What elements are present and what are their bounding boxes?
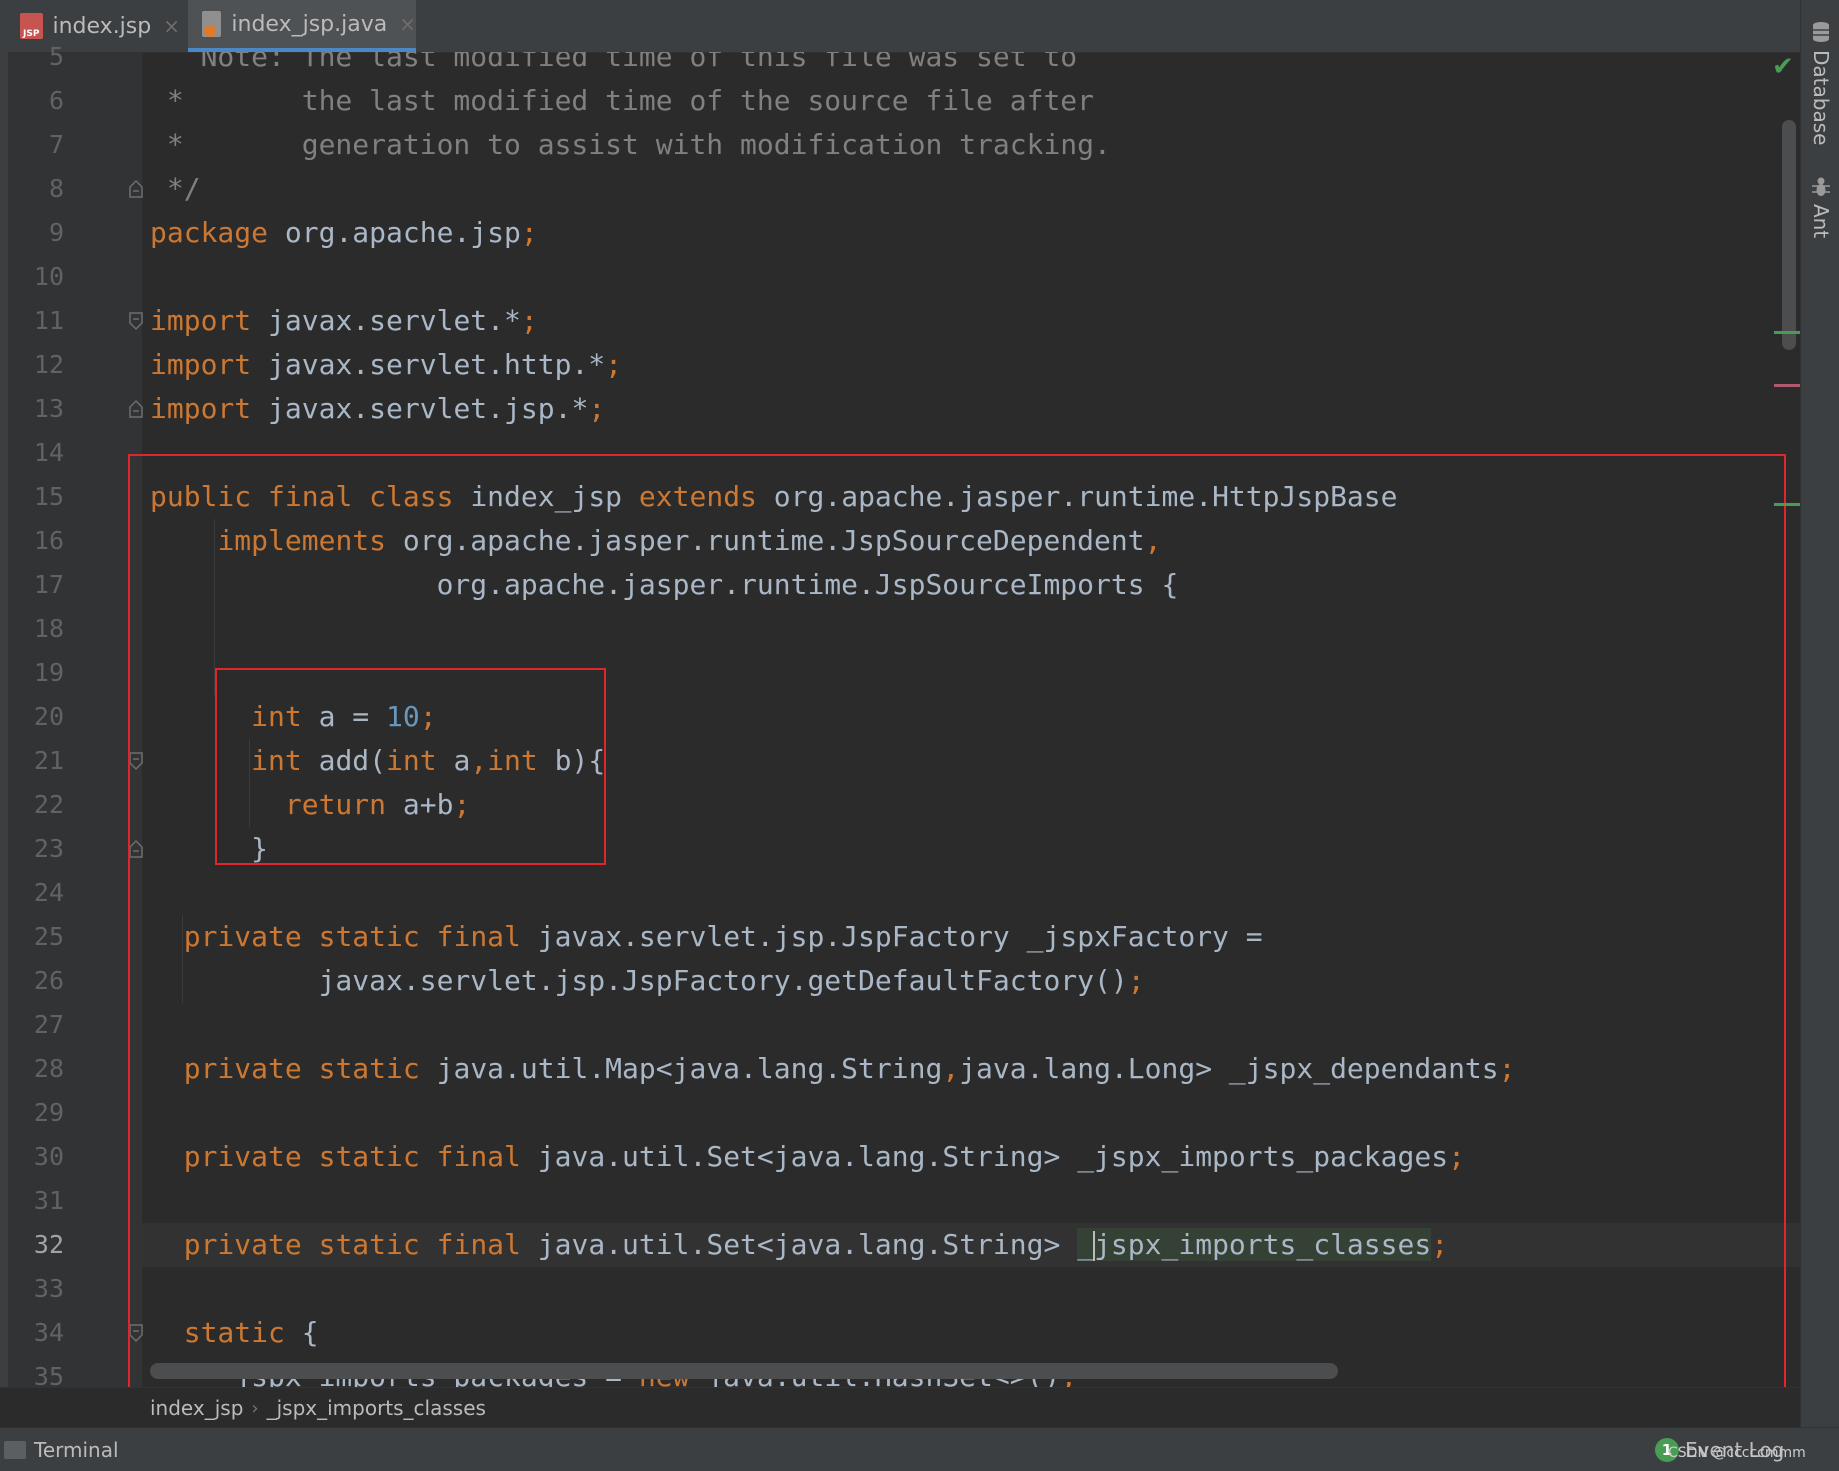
line-number[interactable]: 14	[8, 431, 64, 475]
line-number[interactable]: 33	[8, 1267, 64, 1311]
code-line[interactable]: import javax.servlet.http.*;	[150, 343, 622, 387]
gutter-edge	[0, 52, 8, 1387]
code-line[interactable]: package org.apache.jsp;	[150, 211, 538, 255]
line-number[interactable]: 21	[8, 739, 64, 783]
close-icon[interactable]: ×	[399, 12, 416, 36]
code-line[interactable]: int a = 10;	[150, 695, 436, 739]
text-caret	[1093, 1231, 1096, 1261]
indent-guide	[214, 519, 215, 695]
line-number[interactable]: 7	[8, 123, 64, 167]
line-number[interactable]: 25	[8, 915, 64, 959]
code-line[interactable]: return a+b;	[150, 783, 470, 827]
inspection-ok-icon[interactable]: ✔	[1772, 52, 1794, 82]
terminal-icon	[4, 1440, 26, 1459]
watermark: CSDN @cccccmmm	[1668, 1445, 1806, 1461]
line-number[interactable]: 24	[8, 871, 64, 915]
terminal-button[interactable]: Terminal	[0, 1428, 119, 1471]
database-icon[interactable]	[1811, 20, 1831, 44]
line-number[interactable]: 13	[8, 387, 64, 431]
line-number[interactable]: 16	[8, 519, 64, 563]
change-marker[interactable]	[1774, 503, 1800, 506]
line-number[interactable]: 10	[8, 255, 64, 299]
code-line[interactable]: private static final java.util.Set<java.…	[150, 1223, 1448, 1267]
status-bar: Terminal 1 Event Log	[0, 1427, 1839, 1471]
line-number[interactable]: 27	[8, 1003, 64, 1047]
breadcrumb-separator: ›	[251, 1397, 259, 1419]
line-number[interactable]: 29	[8, 1091, 64, 1135]
line-number[interactable]: 32	[8, 1223, 64, 1267]
breadcrumb-class[interactable]: index_jsp	[142, 1396, 251, 1420]
database-tool-label[interactable]: Database	[1809, 50, 1833, 145]
code-editor[interactable]: Note: The last modified time of this fil…	[142, 52, 1800, 1387]
line-number-gutter: 5 6 7 8 9 10 11 12 13 14 15 16 17 18 19 20 21 22 23 24 25 26 2…	[0, 42, 143, 1391]
code-line[interactable]: static {	[150, 1311, 319, 1355]
code-line[interactable]: * generation to assist with modification…	[150, 123, 1111, 167]
code-line[interactable]: * the last modified time of the source f…	[150, 79, 1094, 123]
line-number[interactable]: 18	[8, 607, 64, 651]
code-line[interactable]: Note: The last modified time of this fil…	[150, 52, 1078, 79]
breadcrumb-field[interactable]: _jspx_imports_classes	[259, 1396, 494, 1420]
change-marker[interactable]	[1774, 331, 1800, 334]
code-line[interactable]: import javax.servlet.*;	[150, 299, 538, 343]
code-line[interactable]: implements org.apache.jasper.runtime.Jsp…	[150, 519, 1161, 563]
java-file-icon	[202, 11, 222, 37]
line-number[interactable]: 22	[8, 783, 64, 827]
line-number[interactable]: 11	[8, 299, 64, 343]
right-tool-window-strip: Database Ant	[1800, 0, 1839, 1470]
ant-tool-label[interactable]: Ant	[1809, 204, 1833, 238]
line-number[interactable]: 28	[8, 1047, 64, 1091]
code-line[interactable]: javax.servlet.jsp.JspFactory.getDefaultF…	[150, 959, 1145, 1003]
line-number[interactable]: 5	[8, 35, 64, 79]
line-number[interactable]: 30	[8, 1135, 64, 1179]
code-line[interactable]: public final class index_jsp extends org…	[150, 475, 1398, 519]
breadcrumb: index_jsp › _jspx_imports_classes	[0, 1387, 1800, 1428]
close-icon[interactable]: ×	[163, 14, 180, 38]
code-line[interactable]: import javax.servlet.jsp.*;	[150, 387, 605, 431]
code-line[interactable]: }	[150, 827, 268, 871]
horizontal-scrollbar[interactable]	[150, 1363, 1338, 1379]
tab-label: index_jsp.java	[231, 11, 388, 37]
indent-guide	[249, 739, 250, 827]
editor-tab-bar: JSP index.jsp × index_jsp.java ×	[0, 0, 1800, 53]
code-line[interactable]: */	[150, 167, 201, 211]
vertical-scrollbar[interactable]	[1782, 120, 1796, 350]
line-number[interactable]: 23	[8, 827, 64, 871]
code-line[interactable]: private static final java.util.Set<java.…	[150, 1135, 1465, 1179]
ant-icon[interactable]	[1811, 176, 1831, 198]
line-number[interactable]: 8	[8, 167, 64, 211]
indent-guide	[182, 915, 183, 1003]
code-line[interactable]: org.apache.jasper.runtime.JspSourceImpor…	[150, 563, 1179, 607]
line-number[interactable]: 15	[8, 475, 64, 519]
line-number[interactable]: 6	[8, 79, 64, 123]
line-number[interactable]: 34	[8, 1311, 64, 1355]
code-line[interactable]: private static final javax.servlet.jsp.J…	[150, 915, 1263, 959]
code-line[interactable]: int add(int a,int b){	[150, 739, 605, 783]
line-number[interactable]: 12	[8, 343, 64, 387]
line-number[interactable]: 26	[8, 959, 64, 1003]
tab-label: index.jsp	[52, 13, 152, 39]
line-number[interactable]: 31	[8, 1179, 64, 1223]
terminal-label: Terminal	[34, 1437, 119, 1462]
tab-index-jsp-java[interactable]: index_jsp.java ×	[188, 0, 416, 52]
line-number[interactable]: 19	[8, 651, 64, 695]
line-number[interactable]: 9	[8, 211, 64, 255]
line-number[interactable]: 17	[8, 563, 64, 607]
error-marker[interactable]	[1774, 384, 1800, 387]
line-number[interactable]: 20	[8, 695, 64, 739]
code-line[interactable]: private static java.util.Map<java.lang.S…	[150, 1047, 1516, 1091]
